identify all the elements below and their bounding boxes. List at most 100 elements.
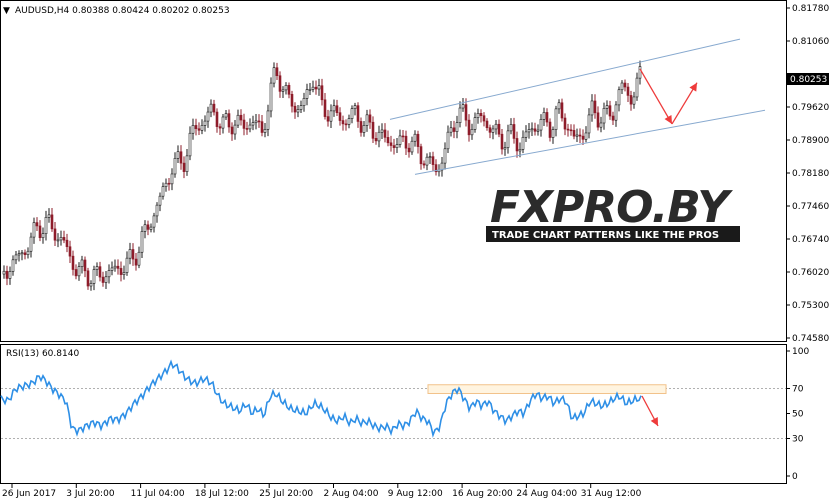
- candle-body: [134, 258, 138, 266]
- time-tick-label: 2 Aug 04:00: [324, 489, 379, 499]
- candle-body: [113, 265, 117, 269]
- candle-body: [443, 148, 447, 164]
- candle-body: [230, 126, 234, 135]
- rsi-tick-label: 0: [792, 472, 798, 482]
- candle-body: [425, 156, 429, 166]
- candle-body: [20, 252, 24, 255]
- candle-body: [620, 82, 624, 91]
- candle-body: [152, 215, 156, 228]
- candle-body: [332, 105, 336, 112]
- candle-body: [479, 113, 483, 117]
- candle-body: [35, 222, 39, 227]
- rsi-resistance-zone: [427, 384, 667, 394]
- time-tick-label: 31 Aug 12:00: [581, 489, 642, 499]
- candle-body: [116, 265, 120, 269]
- candle-body: [212, 103, 216, 113]
- candle-body: [563, 117, 567, 130]
- price-chart[interactable]: ▼ AUDUSD,H4 0.80388 0.80424 0.80202 0.80…: [0, 0, 829, 504]
- candle-body: [44, 217, 48, 234]
- price-tick-label: 0.78180: [792, 169, 829, 179]
- candle-body: [38, 225, 42, 239]
- candle-body: [188, 132, 192, 157]
- candle-body: [269, 82, 273, 112]
- candle-body: [596, 112, 600, 128]
- candle-body: [107, 270, 111, 278]
- candle-body: [515, 138, 519, 152]
- candle-body: [593, 100, 597, 114]
- candle-body: [8, 271, 12, 279]
- candle-body: [218, 126, 222, 129]
- price-tick-label: 0.76740: [792, 235, 829, 245]
- candle-body: [554, 108, 558, 130]
- candle-body: [77, 266, 81, 277]
- candle-body: [95, 266, 99, 270]
- candle-body: [542, 112, 546, 120]
- candle-body: [314, 86, 318, 90]
- candle-body: [359, 121, 363, 133]
- price-tick-label: 0.79620: [792, 103, 829, 113]
- candle-body: [431, 156, 435, 165]
- candle-body: [287, 85, 291, 95]
- candle-body: [47, 214, 51, 218]
- candle-body: [446, 131, 450, 150]
- candle-body: [278, 75, 282, 92]
- candle-body: [74, 269, 78, 277]
- rsi-tick-label: 30: [792, 435, 804, 445]
- candle-body: [365, 114, 369, 126]
- candle-body: [629, 95, 633, 105]
- candle-body: [488, 127, 492, 133]
- candle-body: [389, 142, 393, 146]
- candle-body: [350, 108, 354, 119]
- time-tick-label: 18 Jul 12:00: [195, 489, 249, 499]
- candle-body: [626, 86, 630, 96]
- candle-body: [302, 98, 306, 106]
- candle-body: [473, 117, 477, 130]
- candle-body: [494, 123, 498, 130]
- candle-body: [221, 116, 225, 129]
- candle-body: [59, 237, 63, 241]
- candle-body: [254, 120, 258, 123]
- candle-body: [311, 86, 315, 90]
- candle-body: [41, 233, 45, 239]
- candle-body: [206, 111, 210, 122]
- candle-body: [635, 77, 639, 98]
- time-tick-label: 24 Aug 04:00: [516, 489, 577, 499]
- candle-body: [80, 259, 84, 267]
- time-tick-label: 9 Aug 12:00: [388, 489, 443, 499]
- candle-body: [503, 147, 507, 150]
- candle-body: [614, 104, 618, 121]
- candle-body: [638, 66, 642, 79]
- candle-body: [395, 144, 399, 148]
- candle-body: [62, 237, 66, 241]
- candle-body: [599, 122, 603, 128]
- candle-body: [32, 222, 36, 238]
- candle-body: [158, 195, 162, 206]
- price-tick-label: 0.76020: [792, 268, 829, 278]
- candle-body: [617, 89, 621, 106]
- candle-body: [155, 204, 159, 217]
- candle-body: [65, 239, 69, 248]
- candle-body: [374, 138, 378, 142]
- candle-body: [296, 109, 300, 113]
- candle-body: [122, 272, 126, 275]
- candle-body: [164, 182, 168, 187]
- candle-body: [458, 107, 462, 124]
- candle-body: [281, 89, 285, 92]
- candle-body: [575, 134, 579, 137]
- candle-body: [566, 128, 570, 131]
- collapse-triangle-icon[interactable]: ▼: [3, 6, 10, 16]
- candle-body: [344, 123, 348, 126]
- candle-body: [452, 127, 456, 132]
- candle-body: [128, 249, 132, 259]
- candle-body: [530, 128, 534, 131]
- candle-body: [272, 67, 276, 84]
- candle-body: [2, 270, 6, 275]
- candle-body: [200, 125, 204, 131]
- candle-body: [260, 121, 264, 133]
- candle-body: [50, 214, 54, 230]
- candle-body: [608, 105, 612, 117]
- candle-body: [410, 140, 414, 153]
- symbol-info: AUDUSD,H4 0.80388 0.80424 0.80202 0.8025…: [15, 6, 230, 16]
- candle-body: [401, 135, 405, 138]
- candle-body: [167, 182, 171, 185]
